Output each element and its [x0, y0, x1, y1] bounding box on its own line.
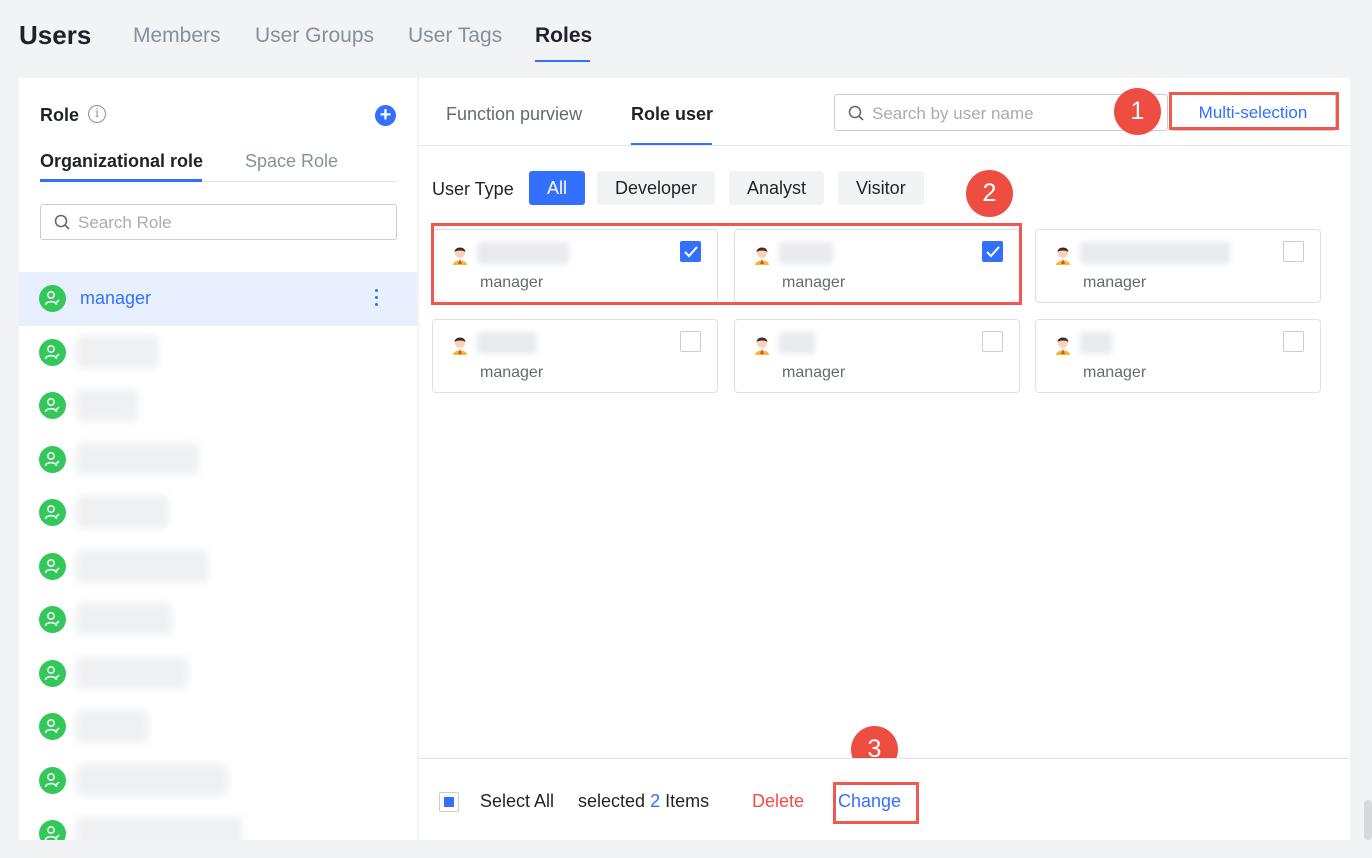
redacted-user-name — [779, 332, 815, 354]
tab-members[interactable]: Members — [133, 24, 221, 48]
role-item[interactable] — [19, 754, 417, 808]
role-item-label: manager — [80, 288, 152, 308]
annotation-badge-1: 1 — [1114, 88, 1161, 135]
user-type-label: User Type — [432, 179, 514, 199]
select-all-checkbox[interactable] — [439, 792, 459, 812]
role-item[interactable] — [19, 379, 417, 433]
role-user-icon — [39, 766, 66, 794]
role-user-icon — [39, 285, 66, 312]
redacted-role-name — [76, 763, 228, 796]
redacted-role-name — [76, 549, 208, 582]
top-navigation: Users Members User Groups User Tags Role… — [0, 0, 1372, 72]
page-scrollbar[interactable] — [1364, 800, 1372, 840]
tab-role-user[interactable]: Role user — [631, 104, 713, 125]
role-detail-panel: Function purview Role user Search by use… — [419, 78, 1350, 840]
search-icon — [54, 214, 70, 230]
user-avatar-icon — [1056, 337, 1070, 355]
add-role-icon[interactable]: + — [375, 105, 396, 126]
tab-roles[interactable]: Roles — [535, 24, 592, 48]
role-user-icon — [39, 392, 66, 419]
tab-space-role[interactable]: Space Role — [245, 151, 338, 172]
role-user-icon — [39, 552, 66, 580]
role-list: manager — [19, 272, 417, 840]
redacted-role-name — [76, 603, 172, 635]
active-tab-indicator — [631, 143, 712, 145]
filter-visitor[interactable]: Visitor — [838, 171, 924, 205]
info-icon[interactable]: i — [88, 105, 106, 123]
user-card[interactable]: manager — [734, 319, 1020, 393]
search-icon — [848, 105, 864, 121]
role-item[interactable] — [19, 700, 417, 754]
filter-analyst[interactable]: Analyst — [729, 171, 825, 205]
active-tab-indicator — [535, 60, 590, 62]
user-card[interactable]: manager — [1035, 229, 1321, 303]
selected-count-text: selected 2 Items — [578, 791, 709, 812]
role-item[interactable] — [19, 326, 417, 380]
role-item[interactable] — [19, 593, 417, 647]
selected-prefix: selected — [578, 791, 646, 811]
user-checkbox[interactable] — [680, 331, 701, 352]
tab-function-purview[interactable]: Function purview — [446, 104, 582, 125]
tab-organizational-role[interactable]: Organizational role — [40, 151, 203, 172]
user-role-label: manager — [1083, 274, 1147, 291]
user-role-label: manager — [480, 364, 544, 381]
annotation-badge-2: 2 — [966, 170, 1013, 217]
filter-all[interactable]: All — [529, 171, 586, 205]
filter-developer[interactable]: Developer — [597, 171, 716, 205]
user-role-label: manager — [782, 364, 846, 381]
tab-user-groups[interactable]: User Groups — [255, 24, 374, 48]
selected-suffix: Items — [665, 791, 710, 811]
select-all-label[interactable]: Select All — [480, 791, 554, 812]
user-checkbox[interactable] — [1283, 241, 1304, 262]
redacted-role-name — [76, 496, 168, 528]
role-user-icon — [39, 338, 66, 366]
page-title: Users — [19, 20, 92, 50]
redacted-role-name — [76, 335, 158, 368]
role-user-icon — [39, 713, 66, 740]
role-item[interactable] — [19, 486, 417, 540]
search-role-placeholder: Search Role — [78, 213, 172, 232]
role-user-icon — [39, 820, 66, 840]
user-checkbox[interactable] — [982, 331, 1003, 352]
user-role-label: manager — [1083, 364, 1147, 381]
redacted-user-name — [1080, 242, 1230, 264]
user-card[interactable]: manager — [1035, 319, 1321, 393]
redacted-user-name — [477, 332, 537, 354]
annotation-highlight-change — [833, 782, 919, 824]
role-user-icon — [39, 499, 66, 526]
redacted-role-name — [76, 442, 198, 475]
role-sidebar: Role i + Organizational role Space Role … — [19, 78, 417, 840]
search-role-input[interactable]: Search Role — [40, 204, 397, 240]
user-checkbox[interactable] — [1283, 331, 1304, 352]
tab-divider — [419, 145, 1350, 146]
redacted-role-name — [76, 817, 242, 840]
role-heading: Role — [40, 105, 80, 125]
annotation-highlight-multi-selection — [1169, 92, 1339, 130]
search-user-placeholder: Search by user name — [872, 104, 1034, 123]
role-item[interactable] — [19, 433, 417, 487]
role-item[interactable] — [19, 540, 417, 594]
bulk-action-bar: Select All selected 2 Items Delete Chang… — [419, 758, 1350, 840]
user-avatar-icon — [1056, 247, 1070, 265]
redacted-role-name — [76, 389, 138, 421]
annotation-highlight-selected-users — [431, 223, 1022, 305]
tab-user-tags[interactable]: User Tags — [408, 24, 502, 48]
user-avatar-icon — [755, 337, 769, 355]
role-item[interactable] — [19, 647, 417, 701]
selected-count: 2 — [650, 791, 661, 811]
redacted-user-name — [1080, 332, 1112, 354]
user-card[interactable]: manager — [432, 319, 718, 393]
role-item[interactable] — [19, 807, 417, 840]
redacted-role-name — [76, 710, 148, 742]
user-avatar-icon — [453, 337, 467, 355]
role-item-manager[interactable]: manager — [19, 272, 417, 326]
role-user-icon — [39, 659, 66, 687]
delete-button[interactable]: Delete — [752, 791, 804, 812]
redacted-role-name — [76, 656, 188, 689]
role-user-icon — [39, 445, 66, 473]
more-vertical-icon[interactable] — [374, 289, 380, 309]
active-tab-indicator — [40, 179, 202, 182]
role-user-icon — [39, 606, 66, 633]
